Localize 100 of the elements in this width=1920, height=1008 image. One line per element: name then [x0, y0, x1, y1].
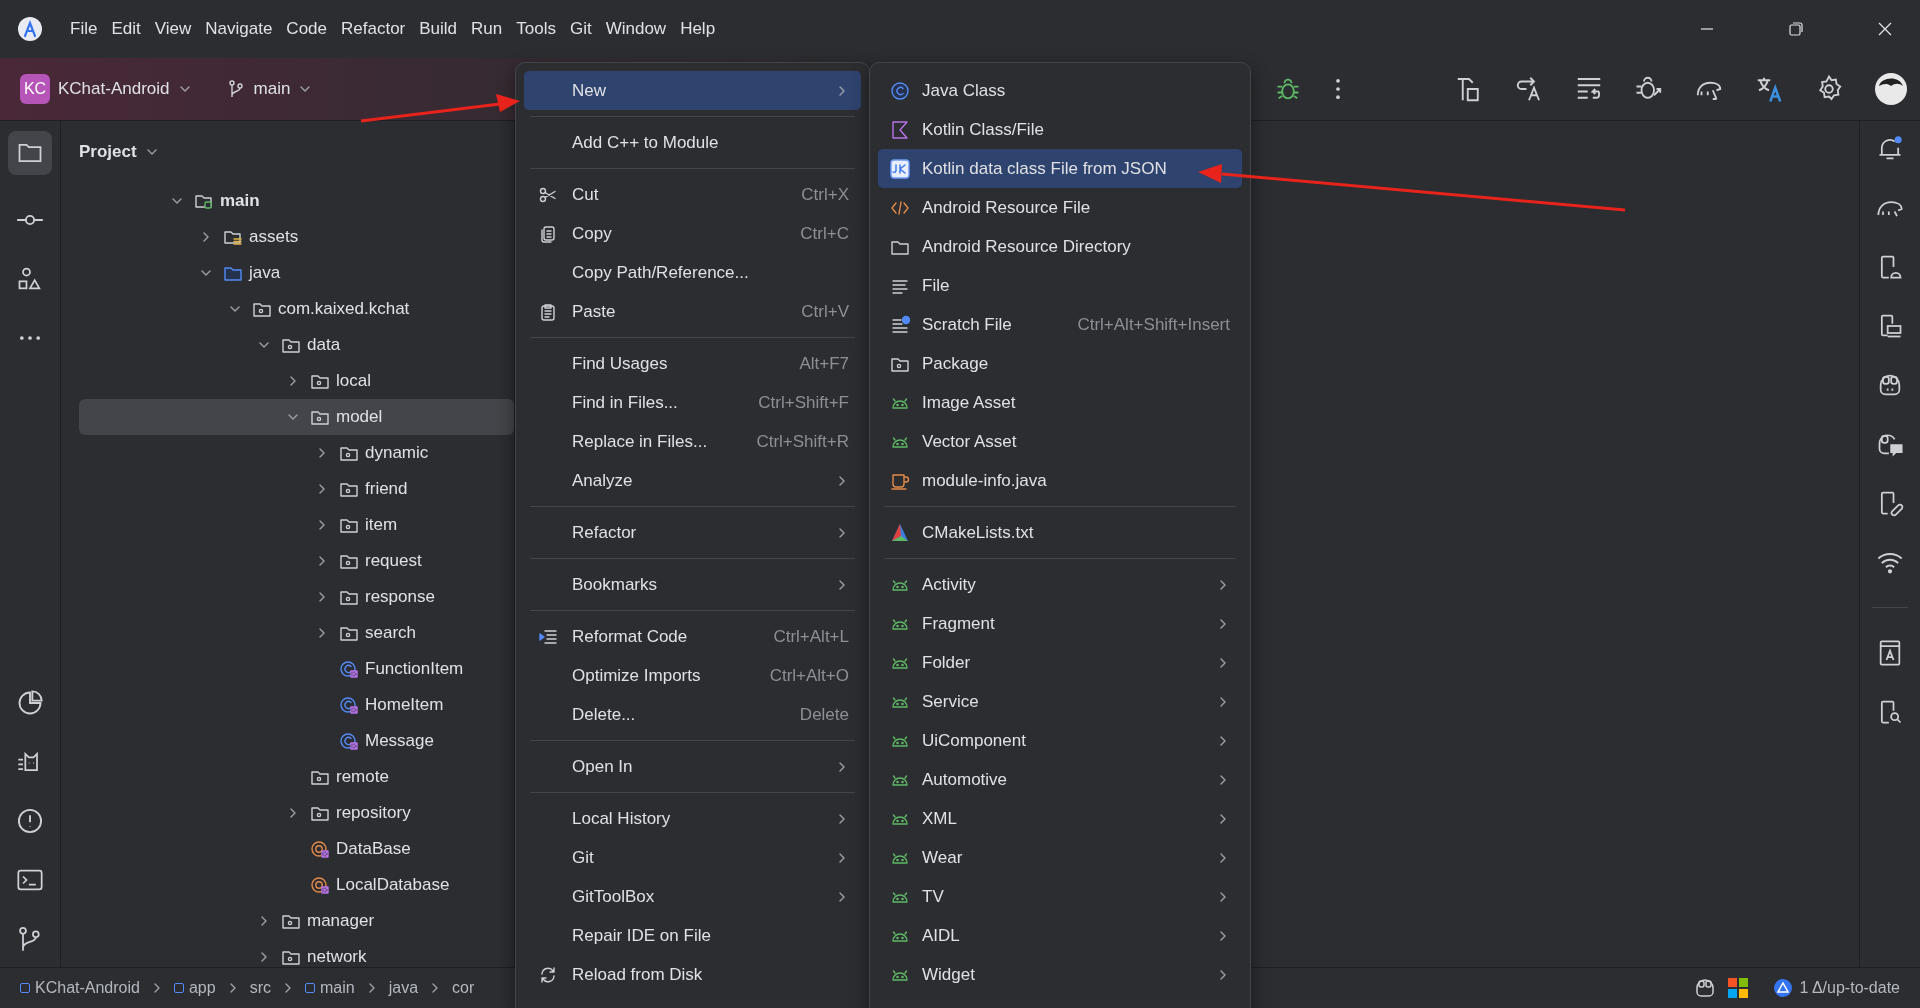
menu-item[interactable]: Android Resource Directory: [878, 227, 1242, 266]
avatar-icon[interactable]: [1874, 72, 1908, 106]
project-selector[interactable]: KC KChat-Android: [14, 68, 198, 110]
tree-item[interactable]: assets: [166, 219, 514, 255]
menu-item[interactable]: Activity: [878, 565, 1242, 604]
menu-item[interactable]: Find in Files... Ctrl+Shift+F: [524, 383, 861, 422]
tree-item[interactable]: DataBase: [166, 831, 514, 867]
pie-chart-icon[interactable]: [16, 689, 44, 717]
shortcut-text: Alt+F7: [799, 353, 849, 374]
menu-item[interactable]: Widget: [878, 955, 1242, 994]
tree-item[interactable]: dynamic: [166, 435, 514, 471]
menu-item[interactable]: Fragment: [878, 604, 1242, 643]
menu-item[interactable]: Delete... Delete: [524, 695, 861, 734]
menu-bar-item[interactable]: Run: [464, 15, 510, 43]
breadcrumb-item[interactable]: cor: [452, 979, 475, 997]
menu-item[interactable]: Kotlin Class/File: [878, 110, 1242, 149]
menu-item[interactable]: Replace in Files... Ctrl+Shift+R: [524, 422, 861, 461]
menu-item[interactable]: Open In: [524, 747, 861, 786]
tree-item[interactable]: com.kaixed.kchat: [166, 291, 514, 327]
restore-icon[interactable]: [1786, 19, 1806, 39]
menu-item[interactable]: Repair IDE on File: [524, 916, 861, 955]
menu-item[interactable]: Automotive: [878, 760, 1242, 799]
menu-bar-item[interactable]: Navigate: [198, 15, 280, 43]
menu-bar-item[interactable]: Tools: [509, 15, 563, 43]
menu-item[interactable]: Bookmarks: [524, 565, 861, 604]
menu-item[interactable]: CMakeLists.txt: [878, 513, 1242, 552]
four-squares-logo-icon[interactable]: [1727, 977, 1750, 999]
menu-item[interactable]: GitToolBox: [524, 877, 861, 916]
tree-item[interactable]: main: [166, 183, 514, 219]
shortcut-text: Ctrl+Alt+O: [769, 665, 849, 686]
breadcrumb-item[interactable]: app: [173, 979, 216, 997]
menu-item[interactable]: New: [524, 71, 861, 110]
shortcut-text: Delete: [799, 704, 849, 725]
menu-item[interactable]: Vector Asset: [878, 422, 1242, 461]
menu-item[interactable]: TV: [878, 877, 1242, 916]
project-tool-button[interactable]: [8, 131, 52, 175]
panel-title[interactable]: Project: [79, 142, 137, 162]
tree-item[interactable]: friend: [166, 471, 514, 507]
shortcut-text: Ctrl+Shift+R: [756, 431, 849, 452]
menu-bar-item[interactable]: File: [63, 15, 105, 43]
tree-item[interactable]: HomeItem: [166, 687, 514, 723]
tree-item[interactable]: item: [166, 507, 514, 543]
menu-bar-item[interactable]: Code: [279, 15, 334, 43]
refresh-icon: [538, 964, 558, 985]
menu-bar-item[interactable]: Build: [412, 15, 465, 43]
menu-item[interactable]: Scratch File Ctrl+Alt+Shift+Insert: [878, 305, 1242, 344]
breadcrumb-item[interactable]: java: [388, 979, 419, 997]
menu-item[interactable]: Package: [878, 344, 1242, 383]
menu-item[interactable]: Image Asset: [878, 383, 1242, 422]
tree-item[interactable]: search: [166, 615, 514, 651]
menu-item[interactable]: Service: [878, 682, 1242, 721]
tree-item[interactable]: repository: [166, 795, 514, 831]
menu-item[interactable]: Android Resource File: [878, 188, 1242, 227]
tree-item[interactable]: model: [79, 399, 514, 435]
warning-icon[interactable]: [16, 807, 44, 835]
menu-item[interactable]: AIDL: [878, 916, 1242, 955]
menu-item[interactable]: module-info.java: [878, 461, 1242, 500]
breadcrumb-item[interactable]: main: [305, 979, 355, 997]
scratch-file-icon: [890, 314, 910, 335]
tree-item[interactable]: response: [166, 579, 514, 615]
menu-item[interactable]: Git: [524, 838, 861, 877]
menu-bar-item[interactable]: Git: [562, 15, 599, 43]
menu-item[interactable]: File: [878, 266, 1242, 305]
menu-item[interactable]: Folder: [878, 643, 1242, 682]
menu-item[interactable]: Find Usages Alt+F7: [524, 344, 861, 383]
tree-item[interactable]: local: [166, 363, 514, 399]
tree-item[interactable]: Message: [166, 723, 514, 759]
menu-item[interactable]: Java Class: [878, 71, 1242, 110]
menu-item[interactable]: XML: [878, 799, 1242, 838]
menu-item[interactable]: Copy Ctrl+C: [524, 214, 861, 253]
tree-item[interactable]: remote: [166, 759, 514, 795]
tree-item[interactable]: FunctionItem: [166, 651, 514, 687]
menu-item[interactable]: Reformat Code Ctrl+Alt+L: [524, 617, 861, 656]
menu-item[interactable]: Refactor: [524, 513, 861, 552]
breadcrumb-item[interactable]: KChat-Android: [20, 979, 140, 997]
menu-bar-item[interactable]: Help: [673, 15, 723, 43]
menu-item[interactable]: UiComponent: [878, 721, 1242, 760]
tree-item[interactable]: network: [166, 939, 514, 967]
menu-item[interactable]: Cut Ctrl+X: [524, 175, 861, 214]
menu-item[interactable]: Kotlin data class File from JSON: [878, 149, 1242, 188]
menu-item[interactable]: Optimize Imports Ctrl+Alt+O: [524, 656, 861, 695]
tree-item[interactable]: data: [166, 327, 514, 363]
menu-item[interactable]: Reload from Disk: [524, 955, 861, 994]
tree-item[interactable]: LocalDatabase: [166, 867, 514, 903]
menu-item[interactable]: Copy Path/Reference...: [524, 253, 861, 292]
menu-bar-item[interactable]: Refactor: [334, 15, 413, 43]
branch-selector[interactable]: main: [219, 73, 319, 105]
tree-item[interactable]: manager: [166, 903, 514, 939]
menu-item[interactable]: Paste Ctrl+V: [524, 292, 861, 331]
menu-bar-item[interactable]: Window: [598, 15, 674, 43]
breadcrumb-item[interactable]: src: [249, 979, 271, 997]
menu-item[interactable]: Wear: [878, 838, 1242, 877]
tree-item[interactable]: request: [166, 543, 514, 579]
vcs-status[interactable]: 1 Δ/up-to-date: [1773, 978, 1900, 998]
tree-item[interactable]: java: [166, 255, 514, 291]
menu-bar-item[interactable]: View: [147, 15, 199, 43]
menu-item[interactable]: Analyze: [524, 461, 861, 500]
menu-item[interactable]: Add C++ to Module: [524, 123, 861, 162]
menu-item[interactable]: Local History: [524, 799, 861, 838]
menu-bar-item[interactable]: Edit: [104, 15, 148, 43]
